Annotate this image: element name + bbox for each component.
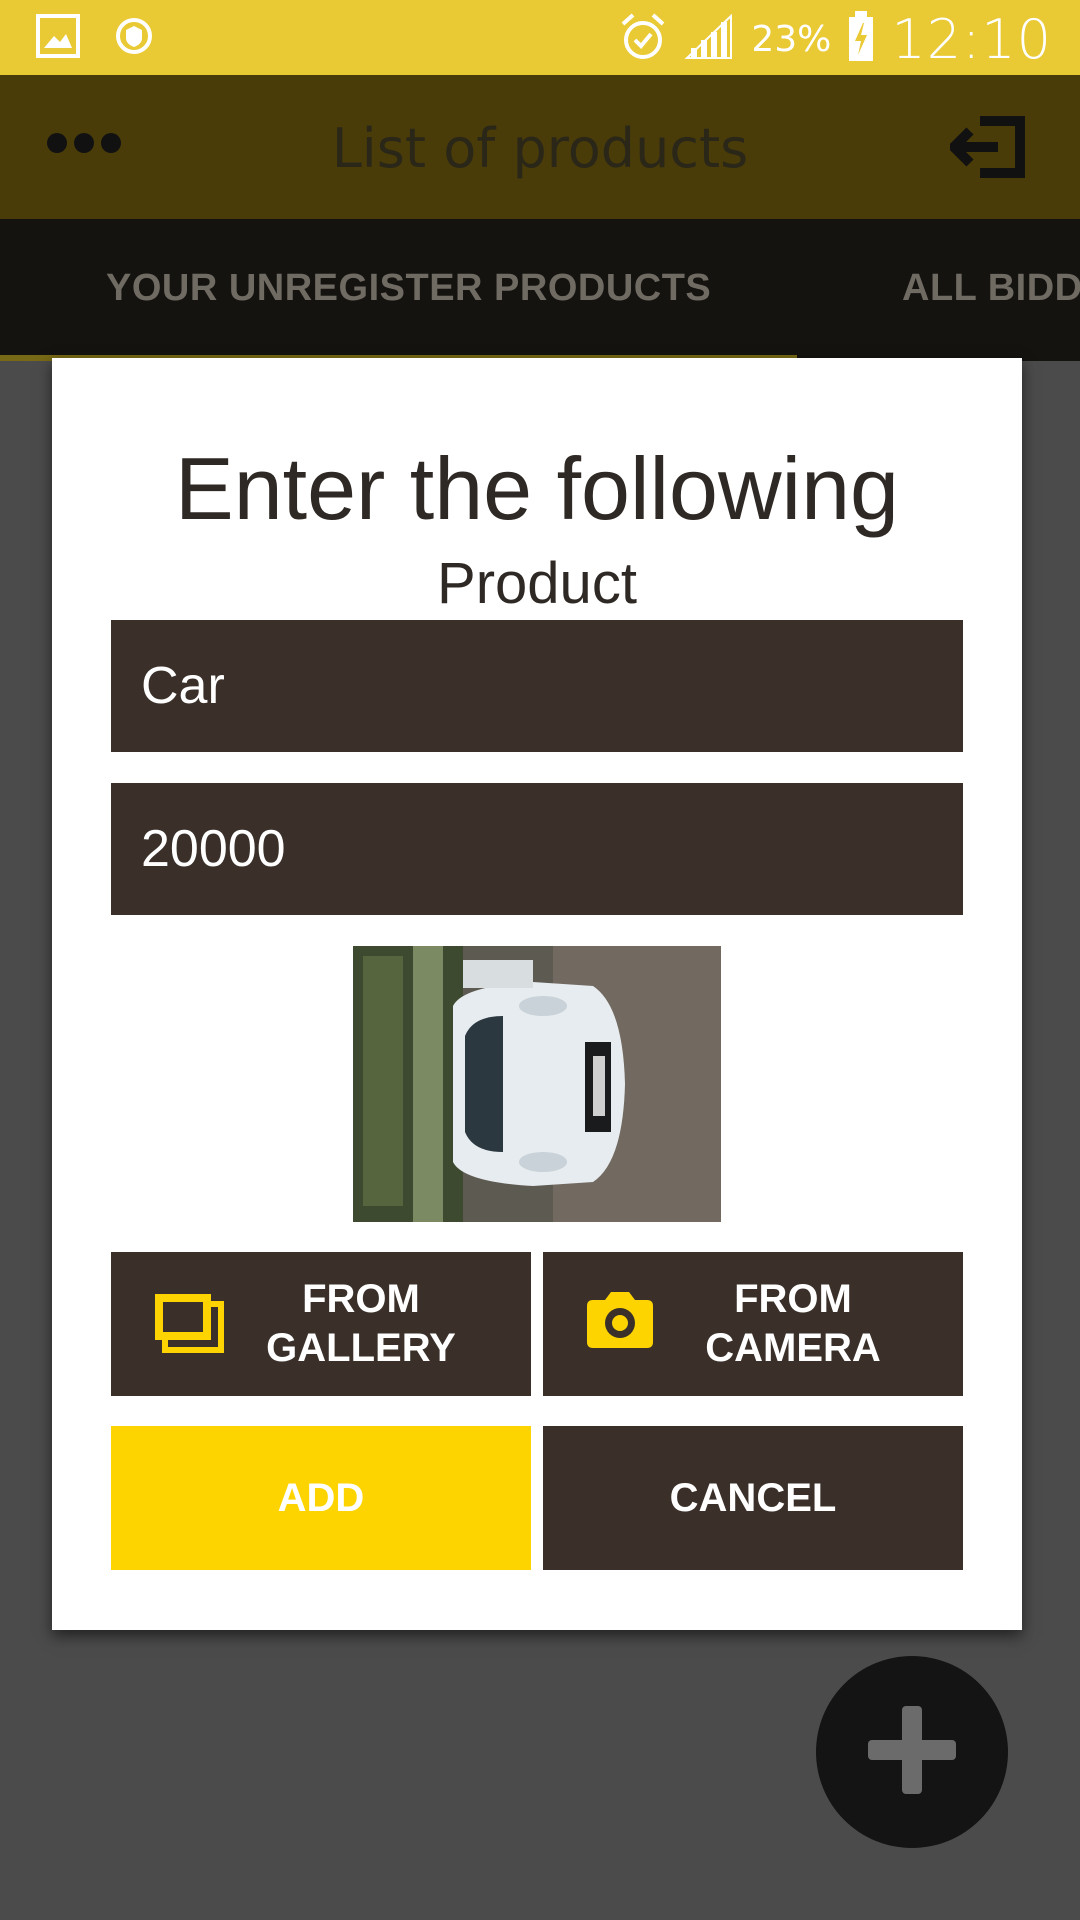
battery-charging-icon [847, 11, 875, 68]
plus-icon [864, 1702, 960, 1803]
product-photo [353, 946, 721, 1222]
alarm-icon [619, 12, 667, 67]
camera-icon [583, 1290, 657, 1362]
cancel-button[interactable]: CANCEL [543, 1426, 963, 1570]
from-camera-button[interactable]: FROM CAMERA [543, 1252, 963, 1396]
product-name-field[interactable] [111, 620, 963, 752]
dialog-title: Enter the following [175, 439, 899, 538]
add-button[interactable]: ADD [111, 1426, 531, 1570]
signal-icon [683, 12, 735, 67]
page-title: List of products [331, 117, 749, 180]
clock: 12:10 [891, 8, 1052, 71]
from-camera-label-line1: FROM [734, 1277, 852, 1321]
logout-icon[interactable] [946, 115, 1026, 184]
security-notification-icon [114, 14, 154, 63]
battery-percent: 23% [751, 19, 832, 60]
from-gallery-label-line1: FROM [302, 1277, 420, 1321]
status-bar: 23% 12:10 [0, 0, 1080, 75]
from-gallery-label: FROM GALLERY [266, 1275, 456, 1373]
tab-all-bidding[interactable]: ALL BIDD [902, 267, 1080, 310]
app-bar: List of products [0, 75, 1080, 219]
add-product-fab[interactable] [816, 1656, 1008, 1848]
dialog-subtitle: Product [437, 551, 637, 616]
product-price-field[interactable] [111, 783, 963, 915]
from-camera-label: FROM CAMERA [705, 1275, 881, 1373]
from-camera-label-line2: CAMERA [705, 1326, 881, 1370]
tab-unregister-products[interactable]: YOUR UNREGISTER PRODUCTS [106, 267, 711, 310]
from-gallery-label-line2: GALLERY [266, 1326, 456, 1370]
add-product-dialog: Enter the following Product Car 20000 FR… [52, 358, 1022, 1630]
from-gallery-button[interactable]: FROM GALLERY [111, 1252, 531, 1396]
gallery-icon [151, 1290, 225, 1366]
tab-bar: YOUR UNREGISTER PRODUCTS ALL BIDD [0, 219, 1080, 361]
gallery-notification-icon [36, 14, 80, 63]
